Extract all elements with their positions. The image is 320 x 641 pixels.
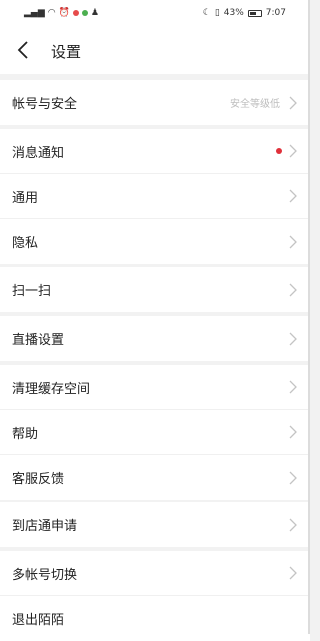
chevron-right-icon: [289, 380, 297, 394]
settings-item-label: 退出陌陌: [12, 613, 65, 628]
chevron-right-icon: [289, 144, 297, 158]
settings-item-label: 通用: [12, 190, 39, 206]
settings-item-label: 到店通申请: [12, 519, 78, 534]
wifi-icon: ◠: [47, 8, 56, 18]
settings-item-notifications[interactable]: 消息通知: [0, 129, 310, 174]
settings-group-support: 清理缓存空间 帮助 客服反馈: [0, 365, 310, 500]
settings-group-store: 到店通申请: [0, 502, 310, 547]
settings-item-privacy[interactable]: 隐私: [0, 219, 310, 264]
back-arrow-icon[interactable]: [12, 38, 36, 62]
settings-item-general[interactable]: 通用: [0, 174, 310, 219]
clock-time: 7:07: [265, 8, 286, 18]
chevron-right-icon: [289, 425, 297, 439]
settings-item-label: 直播设置: [12, 333, 65, 348]
settings-item-label: 客服反馈: [12, 472, 65, 487]
signal-icon: ▂▄▆: [24, 8, 45, 18]
settings-item-logout[interactable]: 退出陌陌: [0, 596, 310, 641]
chevron-right-icon: [289, 566, 297, 580]
settings-item-label: 隐私: [12, 236, 39, 251]
chevron-right-icon: [289, 471, 297, 484]
settings-item-label: 帐号与安全: [12, 97, 78, 112]
settings-item-clear-cache[interactable]: 清理缓存空间: [0, 365, 310, 410]
qq-icon: ♟: [90, 8, 99, 18]
battery-icon: [247, 9, 262, 17]
page-title: 设置: [51, 43, 82, 61]
settings-item-label: 扫一扫: [12, 284, 52, 299]
settings-item-label: 多帐号切换: [12, 567, 78, 583]
app-icon: [81, 10, 88, 16]
vibrate-icon: ▯: [214, 8, 220, 18]
settings-group-account: 帐号与安全 安全等级低: [0, 80, 310, 125]
settings-item-label: 清理缓存空间: [12, 381, 91, 397]
settings-group-general: 消息通知 通用 隐私: [0, 129, 310, 264]
status-bar: ▂▄▆ ◠ ⏰ ♟ ☾ ▯ 43% 7:07: [0, 0, 310, 26]
chevron-right-icon: [289, 283, 297, 296]
notification-icon: [72, 10, 79, 16]
settings-item-account-security[interactable]: 帐号与安全 安全等级低: [0, 80, 310, 125]
chevron-right-icon: [289, 96, 297, 109]
status-icons-left: ▂▄▆ ◠ ⏰ ♟: [24, 8, 99, 18]
unread-dot: [276, 148, 282, 154]
security-level-value: 安全等级低: [230, 99, 280, 110]
settings-item-help[interactable]: 帮助: [0, 410, 310, 455]
settings-item-label: 消息通知: [12, 145, 65, 161]
settings-group-live: 直播设置: [0, 316, 310, 361]
scroll-edge: [308, 0, 310, 634]
settings-item-live-settings[interactable]: 直播设置: [0, 316, 310, 361]
settings-item-label: 帮助: [12, 426, 39, 442]
settings-item-store-apply[interactable]: 到店通申请: [0, 502, 310, 547]
chevron-right-icon: [289, 235, 297, 248]
battery-percent: 43%: [223, 8, 244, 18]
chevron-right-icon: [289, 189, 297, 203]
status-icons-right: ☾ ▯ 43% 7:07: [203, 8, 286, 18]
settings-item-feedback[interactable]: 客服反馈: [0, 455, 310, 500]
settings-group-account-switch: 多帐号切换 退出陌陌: [0, 551, 310, 641]
settings-item-switch-account[interactable]: 多帐号切换: [0, 551, 310, 596]
moon-icon: ☾: [202, 8, 211, 18]
chevron-right-icon: [289, 518, 297, 531]
top-nav-bar: 设置: [0, 26, 310, 74]
settings-group-scan: 扫一扫: [0, 267, 310, 312]
alarm-icon: ⏰: [58, 8, 70, 18]
chevron-right-icon: [289, 332, 297, 345]
settings-item-scan[interactable]: 扫一扫: [0, 267, 310, 312]
